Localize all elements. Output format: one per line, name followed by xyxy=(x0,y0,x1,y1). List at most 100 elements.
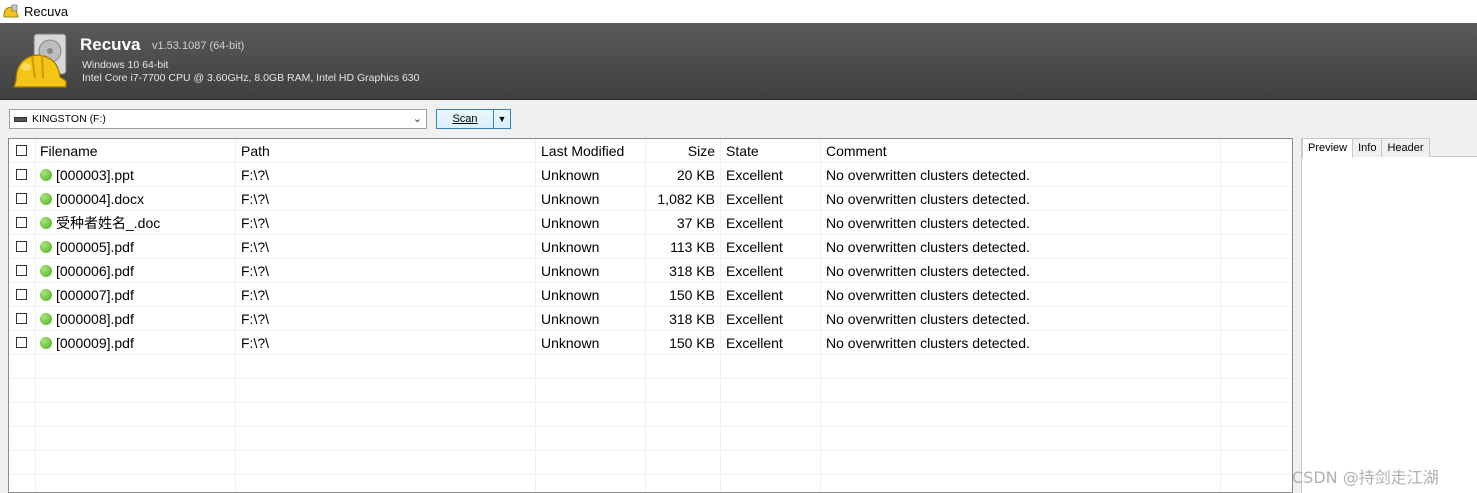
row-checkbox-cell[interactable] xyxy=(9,259,36,282)
path-cell: F:\?\ xyxy=(236,307,536,330)
empty-cell xyxy=(721,379,821,402)
state-cell: Excellent xyxy=(721,235,821,258)
drive-select-value: KINGSTON (F:) xyxy=(32,113,106,125)
watermark: CSDN @持剑走江湖 xyxy=(1292,468,1439,487)
results-list[interactable]: Filename Path Last Modified Size State C… xyxy=(8,138,1293,493)
size-cell: 37 KB xyxy=(646,211,721,234)
state-cell: Excellent xyxy=(721,331,821,354)
scan-button-label[interactable]: Scan xyxy=(437,110,493,128)
table-row[interactable]: [000006].pdf F:\?\ Unknown 318 KB Excellent N… xyxy=(9,259,1292,283)
select-all-cell[interactable] xyxy=(9,139,36,162)
empty-cell xyxy=(236,427,536,450)
filename-text: [000008].pdf xyxy=(56,311,134,327)
empty-cell xyxy=(821,403,1221,426)
scan-dropdown-arrow-icon[interactable]: ▼ xyxy=(493,110,510,128)
last-modified-cell: Unknown xyxy=(536,307,646,330)
row-checkbox-cell[interactable] xyxy=(9,187,36,210)
empty-row xyxy=(9,403,1292,427)
comment-cell: No overwritten clusters detected. xyxy=(821,307,1221,330)
size-cell: 318 KB xyxy=(646,307,721,330)
comment-cell: No overwritten clusters detected. xyxy=(821,235,1221,258)
row-checkbox-cell[interactable] xyxy=(9,331,36,354)
path-cell: F:\?\ xyxy=(236,259,536,282)
filler-cell xyxy=(1221,259,1292,282)
side-panel: Preview Info Header xyxy=(1301,138,1477,493)
column-header-path[interactable]: Path xyxy=(236,139,536,162)
row-checkbox-cell[interactable] xyxy=(9,283,36,306)
green-status-dot-icon xyxy=(40,241,52,253)
empty-row xyxy=(9,475,1292,492)
window-title: Recuva xyxy=(24,4,69,19)
empty-cell xyxy=(821,379,1221,402)
comment-cell: No overwritten clusters detected. xyxy=(821,163,1221,186)
empty-cell xyxy=(536,427,646,450)
state-cell: Excellent xyxy=(721,259,821,282)
empty-cell xyxy=(721,451,821,474)
row-checkbox[interactable] xyxy=(16,169,27,180)
os-info: Windows 10 64-bit xyxy=(82,59,169,71)
row-checkbox-cell[interactable] xyxy=(9,163,36,186)
row-checkbox[interactable] xyxy=(16,337,27,348)
empty-cell xyxy=(821,355,1221,378)
state-cell: Excellent xyxy=(721,283,821,306)
empty-cell xyxy=(236,403,536,426)
filename-text: [000004].docx xyxy=(56,191,144,207)
row-checkbox[interactable] xyxy=(16,265,27,276)
row-checkbox[interactable] xyxy=(16,217,27,228)
table-row[interactable]: [000005].pdf F:\?\ Unknown 113 KB Excellent N… xyxy=(9,235,1292,259)
empty-cell xyxy=(646,427,721,450)
empty-cell xyxy=(1221,427,1292,450)
column-header-comment[interactable]: Comment xyxy=(821,139,1221,162)
row-checkbox-cell[interactable] xyxy=(9,307,36,330)
row-checkbox[interactable] xyxy=(16,241,27,252)
path-cell: F:\?\ xyxy=(236,235,536,258)
table-row[interactable]: [000008].pdf F:\?\ Unknown 318 KB Excellent N… xyxy=(9,307,1292,331)
table-row[interactable]: 受种者姓名_.doc F:\?\ Unknown 37 KB Excellent No o… xyxy=(9,211,1292,235)
last-modified-cell: Unknown xyxy=(536,211,646,234)
filename-cell: [000008].pdf xyxy=(36,307,236,330)
app-version: v1.53.1087 (64-bit) xyxy=(152,40,245,52)
table-row[interactable]: [000009].pdf F:\?\ Unknown 150 KB Excellent N… xyxy=(9,331,1292,355)
column-header-filename[interactable]: Filename xyxy=(36,139,236,162)
tab-info[interactable]: Info xyxy=(1352,138,1383,157)
empty-cell xyxy=(9,355,36,378)
table-row[interactable]: [000004].docx F:\?\ Unknown 1,082 KB Excelle… xyxy=(9,187,1292,211)
scan-button[interactable]: Scan ▼ xyxy=(436,109,511,129)
column-header-state[interactable]: State xyxy=(721,139,821,162)
row-checkbox-cell[interactable] xyxy=(9,235,36,258)
filename-cell: [000003].ppt xyxy=(36,163,236,186)
tab-header[interactable]: Header xyxy=(1381,138,1430,157)
filename-cell: [000005].pdf xyxy=(36,235,236,258)
filename-text: [000009].pdf xyxy=(56,335,134,351)
filename-text: [000003].ppt xyxy=(56,167,134,183)
empty-row xyxy=(9,355,1292,379)
filler-cell xyxy=(1221,163,1292,186)
row-checkbox[interactable] xyxy=(16,193,27,204)
empty-row xyxy=(9,451,1292,475)
empty-cell xyxy=(536,403,646,426)
column-header-size[interactable]: Size xyxy=(646,139,721,162)
empty-cell xyxy=(821,451,1221,474)
comment-cell: No overwritten clusters detected. xyxy=(821,283,1221,306)
last-modified-cell: Unknown xyxy=(536,235,646,258)
last-modified-cell: Unknown xyxy=(536,331,646,354)
row-checkbox[interactable] xyxy=(16,289,27,300)
empty-cell xyxy=(9,427,36,450)
recuva-app-icon xyxy=(3,4,19,20)
select-all-checkbox[interactable] xyxy=(16,145,27,156)
empty-cell xyxy=(1221,451,1292,474)
empty-cell xyxy=(646,379,721,402)
table-row[interactable]: [000007].pdf F:\?\ Unknown 150 KB Excellent N… xyxy=(9,283,1292,307)
table-row[interactable]: [000003].ppt F:\?\ Unknown 20 KB Excellent No… xyxy=(9,163,1292,187)
tab-preview[interactable]: Preview xyxy=(1302,138,1354,158)
empty-cell xyxy=(1221,355,1292,378)
column-header-last-modified[interactable]: Last Modified xyxy=(536,139,646,162)
usb-drive-icon xyxy=(14,116,27,122)
row-checkbox-cell[interactable] xyxy=(9,211,36,234)
drive-select[interactable]: KINGSTON (F:) ⌄ xyxy=(9,109,427,129)
app-name: Recuva xyxy=(80,35,141,54)
row-checkbox[interactable] xyxy=(16,313,27,324)
last-modified-cell: Unknown xyxy=(536,163,646,186)
green-status-dot-icon xyxy=(40,289,52,301)
filename-cell: [000007].pdf xyxy=(36,283,236,306)
